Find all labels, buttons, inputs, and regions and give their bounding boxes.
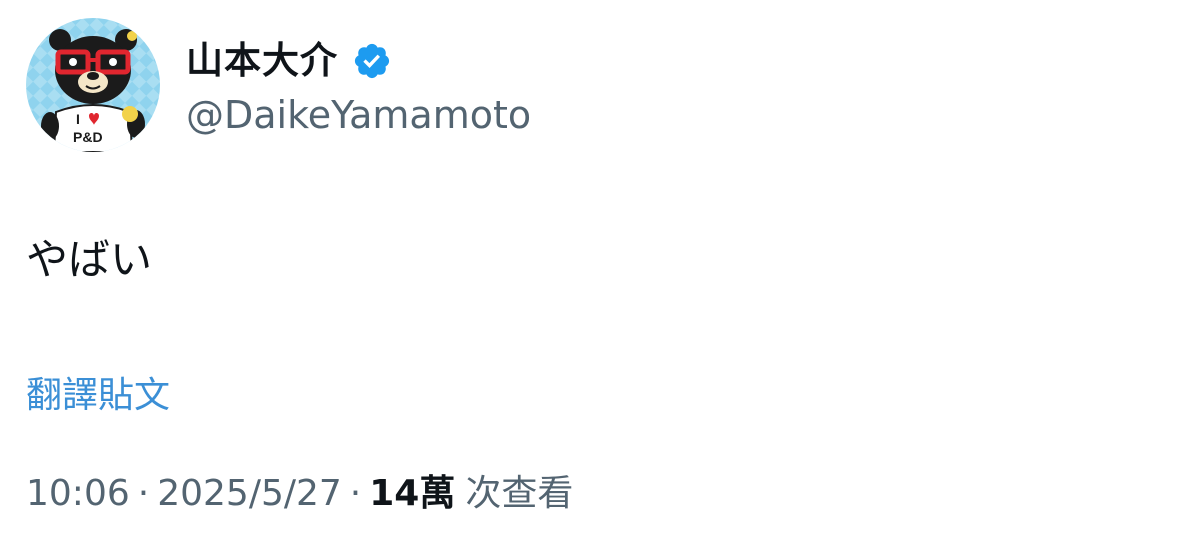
display-name[interactable]: 山本大介 (186, 36, 338, 86)
translate-post-link[interactable]: 翻譯貼文 (26, 372, 170, 420)
user-handle[interactable]: @DaikeYamamoto (186, 92, 531, 138)
views-label: 次查看 (465, 473, 574, 514)
tweet-meta: 10:06 · 2025/5/27 · 14萬 次查看 (26, 470, 573, 518)
display-name-row: 山本大介 (186, 36, 392, 86)
verified-badge-icon[interactable] (352, 41, 392, 81)
avatar[interactable]: I P&D (26, 18, 160, 152)
meta-separator: · (137, 473, 150, 514)
tweet-date[interactable]: 2025/5/27 (157, 470, 342, 518)
meta-separator: · (349, 473, 362, 514)
shirt-letter-i: I (76, 111, 80, 127)
shirt-text-pd: P&D (73, 129, 103, 145)
tweet-text: やばい (26, 235, 153, 284)
tweet-time[interactable]: 10:06 (26, 470, 130, 518)
tweet-card: I P&D 山本大介 @DaikeYamamoto やばい 翻譯貼文 10:06… (0, 0, 1179, 537)
views-count[interactable]: 14萬 (369, 470, 455, 518)
bear-avatar-icon: I P&D (26, 18, 160, 152)
